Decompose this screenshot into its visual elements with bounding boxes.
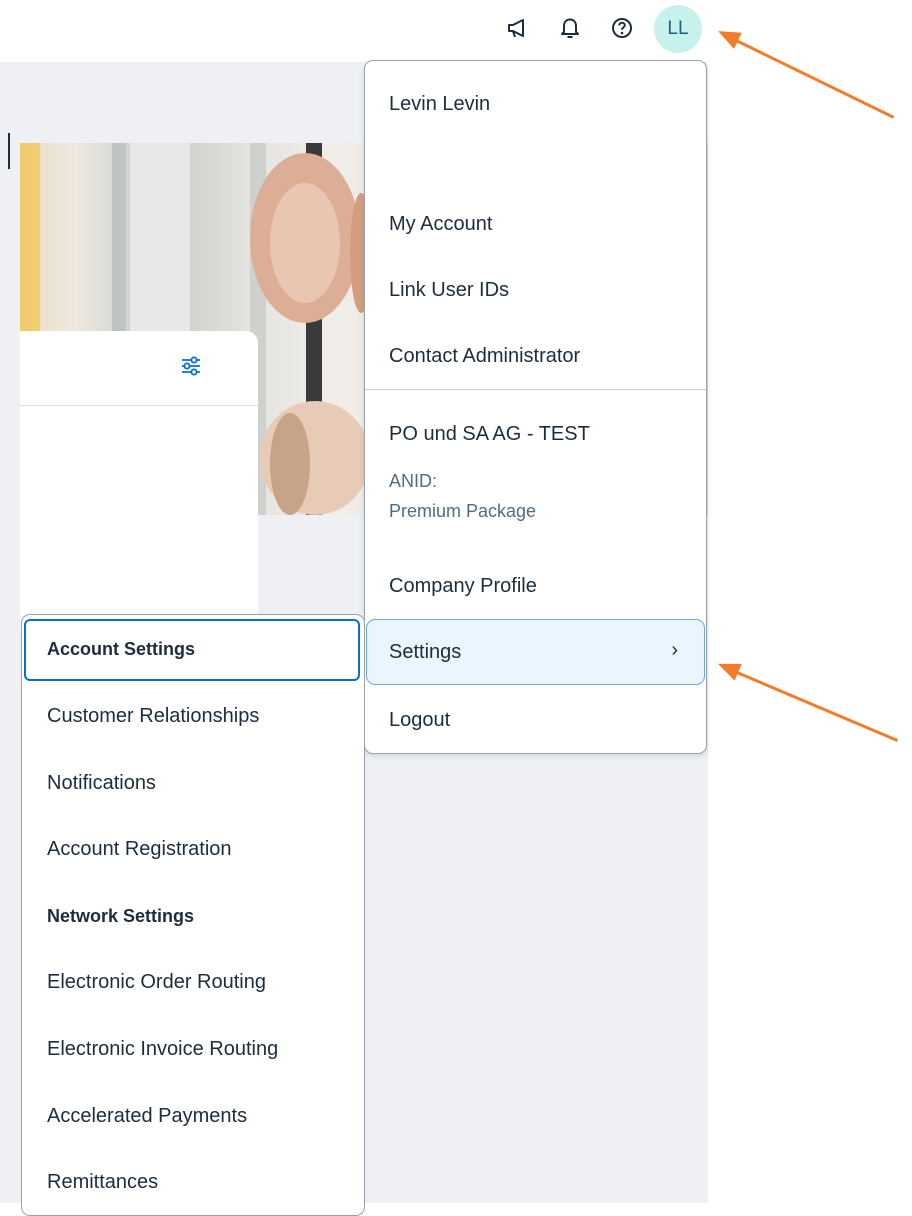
menu-item-link-user-ids[interactable]: Link User IDs	[389, 279, 509, 302]
card-divider	[20, 405, 258, 406]
submenu-item-notifications[interactable]: Notifications	[47, 772, 156, 795]
text-cursor	[8, 133, 10, 169]
submenu-item-customer-relationships[interactable]: Customer Relationships	[47, 705, 259, 728]
submenu-item-account-registration[interactable]: Account Registration	[47, 838, 232, 861]
submenu-item-electronic-invoice-routing[interactable]: Electronic Invoice Routing	[47, 1038, 278, 1061]
submenu-item-network-settings[interactable]: Network Settings	[47, 906, 194, 927]
menu-item-contact-administrator[interactable]: Contact Administrator	[389, 345, 580, 368]
menu-separator	[365, 389, 706, 390]
menu-item-settings[interactable]: Settings ›	[366, 619, 705, 685]
user-menu: Levin Levin My Account Link User IDs Con…	[364, 60, 707, 754]
megaphone-icon[interactable]	[500, 10, 536, 46]
menu-item-logout[interactable]: Logout	[389, 709, 450, 732]
settings-label: Settings	[389, 641, 462, 663]
package-label: Premium Package	[389, 501, 537, 521]
user-name: Levin Levin	[389, 93, 491, 115]
help-icon[interactable]	[604, 10, 640, 46]
submenu-item-accelerated-payments[interactable]: Accelerated Payments	[47, 1105, 247, 1128]
menu-item-my-account[interactable]: My Account	[389, 213, 492, 236]
settings-submenu: Account Settings Customer Relationships …	[21, 614, 365, 1216]
filter-settings-icon[interactable]	[180, 355, 202, 377]
background-card	[20, 331, 258, 631]
menu-item-company-profile[interactable]: Company Profile	[389, 575, 537, 598]
shell-bar	[0, 0, 912, 62]
submenu-item-account-settings[interactable]: Account Settings	[47, 639, 195, 660]
chevron-right-icon: ›	[671, 639, 678, 661]
submenu-item-electronic-order-routing[interactable]: Electronic Order Routing	[47, 971, 266, 994]
anid-label: ANID:	[389, 471, 438, 491]
company-name: PO und SA AG - TEST	[389, 423, 590, 445]
submenu-item-remittances[interactable]: Remittances	[47, 1171, 158, 1194]
bell-icon[interactable]	[552, 10, 588, 46]
user-avatar[interactable]: LL	[654, 5, 702, 53]
